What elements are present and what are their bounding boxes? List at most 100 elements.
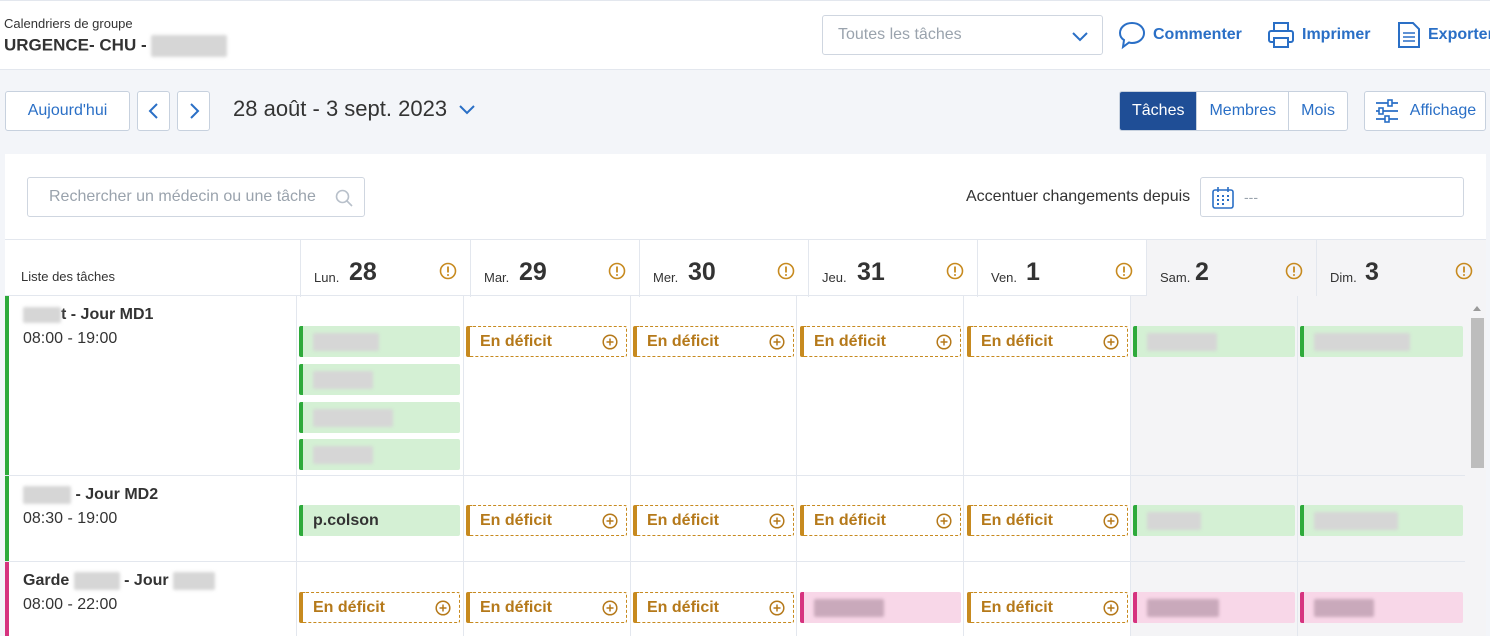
warning-icon[interactable] [608, 262, 626, 280]
deficit-cell[interactable]: En déficit [967, 505, 1128, 536]
deficit-cell[interactable]: En déficit [466, 592, 627, 623]
add-circle-icon[interactable] [936, 513, 952, 529]
task-name: - Jour MD2 [23, 486, 158, 504]
add-circle-icon[interactable] [1103, 513, 1119, 529]
task-filter-value: Toutes les tâches [838, 26, 962, 43]
group-calendar-label: Calendriers de groupe [4, 16, 133, 31]
previous-week-button[interactable] [137, 91, 170, 131]
print-button[interactable]: Imprimer [1266, 19, 1370, 51]
assignment-cell[interactable]: p.colson [299, 505, 460, 536]
task-list-title: Liste des tâches [21, 269, 115, 284]
add-circle-icon[interactable] [1103, 600, 1119, 616]
day-header-tue: Mar. 29 [470, 240, 639, 297]
chevron-down-icon [1072, 32, 1088, 42]
day-number: 3 [1365, 258, 1379, 286]
search-input[interactable]: Rechercher un médecin ou une tâche [27, 177, 365, 217]
next-week-button[interactable] [177, 91, 210, 131]
add-circle-icon[interactable] [602, 334, 618, 350]
tab-month[interactable]: Mois [1288, 92, 1347, 130]
assignment-cell[interactable] [1133, 592, 1295, 623]
task-row-garde[interactable]: Garde - Jour 08:00 - 22:00 [5, 562, 297, 636]
vertical-scrollbar[interactable] [1467, 296, 1486, 636]
top-bar: Calendriers de groupe URGENCE- CHU - Tou… [0, 0, 1490, 70]
warning-icon[interactable] [1115, 262, 1133, 280]
display-button[interactable]: Affichage [1364, 91, 1486, 131]
warning-icon[interactable] [1455, 262, 1473, 280]
comment-button[interactable]: Commenter [1117, 19, 1242, 51]
task-filter-select[interactable]: Toutes les tâches [822, 15, 1103, 55]
deficit-cell[interactable]: En déficit [466, 505, 627, 536]
assignment-cell[interactable] [1300, 505, 1463, 536]
search-placeholder: Rechercher un médecin ou une tâche [49, 188, 316, 205]
add-circle-icon[interactable] [769, 600, 785, 616]
task-row-md2[interactable]: - Jour MD2 08:30 - 19:00 [5, 476, 297, 561]
assignment-cell[interactable] [1133, 326, 1295, 357]
warning-icon[interactable] [439, 262, 457, 280]
search-icon [335, 189, 353, 207]
redacted-text [1147, 598, 1219, 617]
printer-icon [1268, 22, 1294, 48]
deficit-cell[interactable]: En déficit [633, 592, 794, 623]
group-name: URGENCE- CHU - [4, 35, 228, 57]
tab-members[interactable]: Membres [1196, 92, 1288, 130]
assignment-cell[interactable] [800, 592, 961, 623]
day-name: Mar. [484, 270, 510, 285]
assignment-cell[interactable] [1300, 592, 1463, 623]
redacted-text [173, 572, 216, 590]
today-button[interactable]: Aujourd'hui [5, 91, 130, 131]
export-button[interactable]: Exporter [1396, 19, 1490, 51]
deficit-cell[interactable]: En déficit [633, 326, 794, 357]
redacted-text [313, 370, 373, 389]
date-range-label: 28 août - 3 sept. 2023 [233, 96, 448, 121]
assignment-cell[interactable] [299, 402, 460, 433]
redacted-text [1314, 332, 1410, 351]
add-circle-icon[interactable] [435, 600, 451, 616]
day-header-wed: Mer. 30 [639, 240, 808, 297]
deficit-cell[interactable]: En déficit [633, 505, 794, 536]
warning-icon[interactable] [1285, 262, 1303, 280]
scrollbar-thumb[interactable] [1471, 318, 1484, 468]
day-name: Dim. [1330, 270, 1357, 285]
chevron-right-icon [189, 103, 199, 119]
task-name: Garde - Jour [23, 572, 216, 590]
deficit-cell[interactable]: En déficit [800, 505, 961, 536]
day-name: Mer. [653, 270, 679, 285]
assignment-cell[interactable] [299, 439, 460, 470]
day-number: 31 [857, 258, 885, 286]
redacted-text [23, 486, 71, 504]
warning-icon[interactable] [777, 262, 795, 280]
accent-changes-date-input[interactable]: --- [1200, 177, 1464, 217]
day-number: 29 [519, 258, 547, 286]
add-circle-icon[interactable] [1103, 334, 1119, 350]
calendar-card: Rechercher un médecin ou une tâche Accen… [5, 154, 1486, 636]
redacted-text [1147, 511, 1201, 530]
task-color-bar [5, 562, 9, 636]
add-circle-icon[interactable] [602, 513, 618, 529]
add-circle-icon[interactable] [936, 334, 952, 350]
tab-tasks[interactable]: Tâches [1120, 92, 1197, 130]
redacted-text [1314, 598, 1374, 617]
assignment-cell[interactable] [299, 364, 460, 395]
add-circle-icon[interactable] [769, 334, 785, 350]
redacted-text [313, 408, 393, 427]
deficit-cell[interactable]: En déficit [800, 326, 961, 357]
add-circle-icon[interactable] [602, 600, 618, 616]
warning-icon[interactable] [946, 262, 964, 280]
display-label: Affichage [1409, 102, 1477, 119]
deficit-cell[interactable]: En déficit [967, 326, 1128, 357]
task-color-bar [5, 296, 9, 475]
assignment-cell[interactable] [299, 326, 460, 357]
task-row-md1[interactable]: t - Jour MD1 08:00 - 19:00 [5, 296, 297, 475]
scroll-up-arrow-icon[interactable] [1472, 304, 1482, 312]
add-circle-icon[interactable] [769, 513, 785, 529]
assignment-cell[interactable] [1300, 326, 1463, 357]
assignment-cell[interactable] [1133, 505, 1295, 536]
deficit-cell[interactable]: En déficit [967, 592, 1128, 623]
date-range-selector[interactable]: 28 août - 3 sept. 2023 [233, 96, 477, 122]
task-time: 08:00 - 22:00 [23, 596, 118, 613]
redacted-text [1314, 511, 1398, 530]
accent-changes-label: Accentuer changements depuis [966, 188, 1191, 205]
deficit-cell[interactable]: En déficit [466, 326, 627, 357]
deficit-cell[interactable]: En déficit [299, 592, 460, 623]
redacted-text [313, 445, 373, 464]
